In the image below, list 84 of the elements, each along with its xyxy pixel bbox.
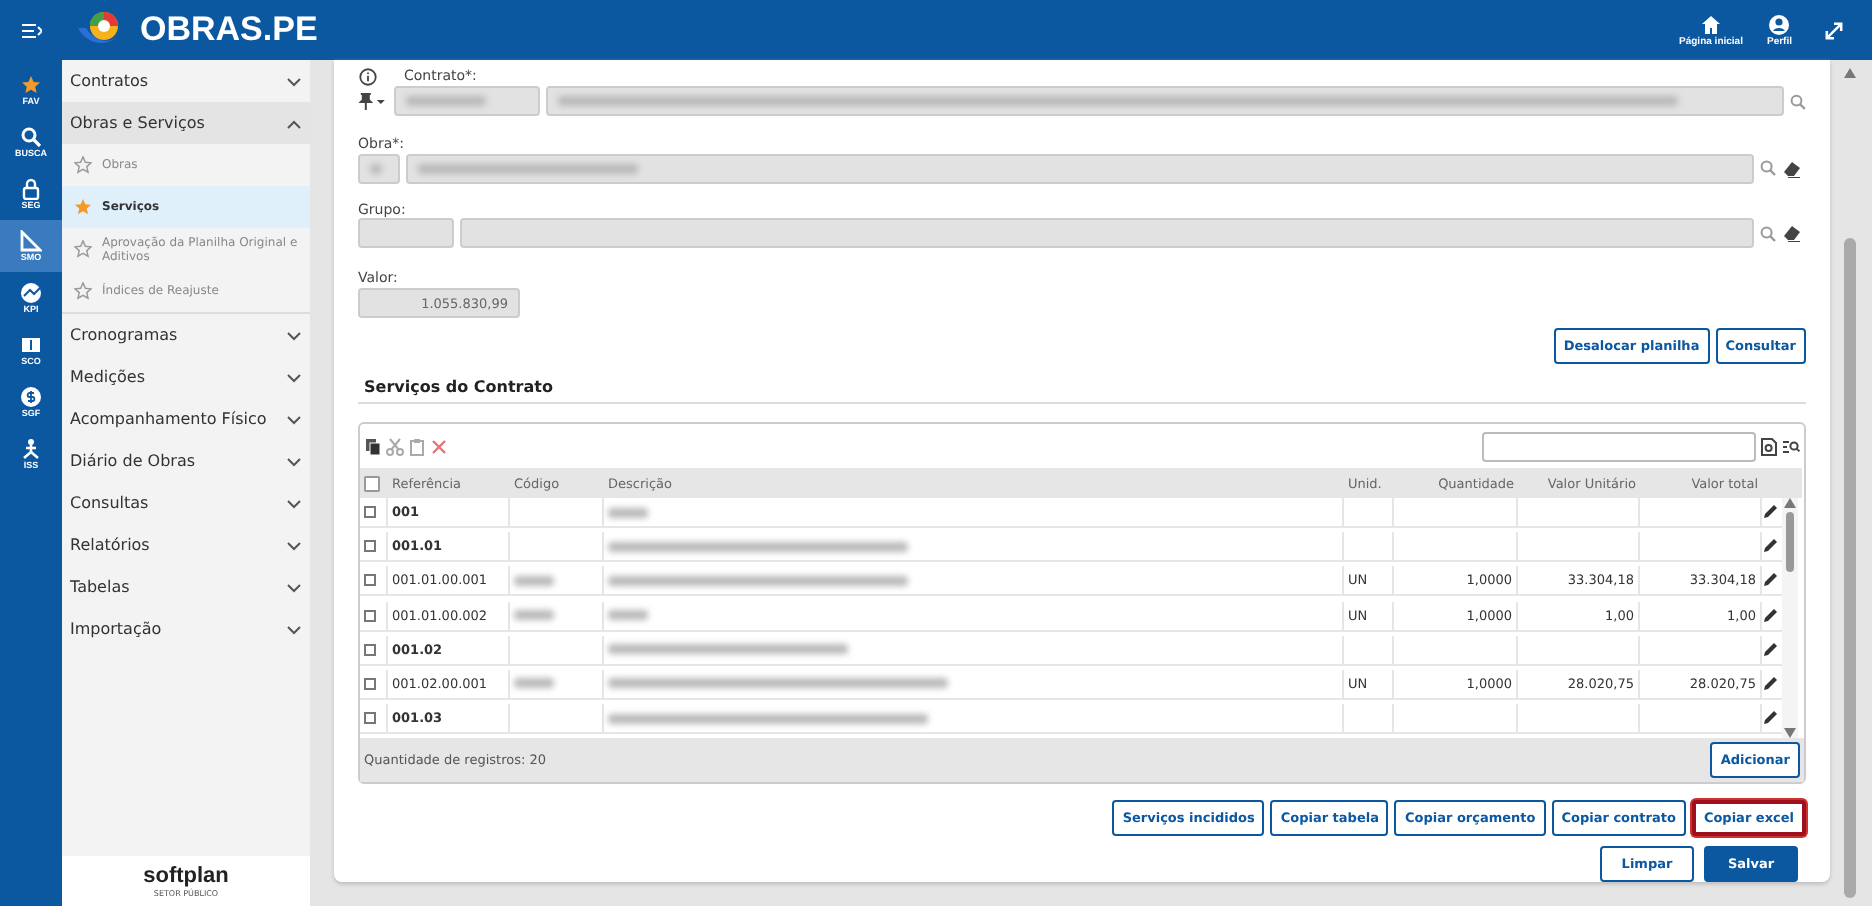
blurred-text <box>608 507 648 518</box>
brand-logo: softplan <box>143 865 229 887</box>
row-checkbox[interactable] <box>364 609 376 622</box>
sidebar-item[interactable]: Importação <box>62 608 310 650</box>
input-field[interactable] <box>358 153 400 184</box>
sidebar-item[interactable]: Contratos <box>62 60 310 102</box>
table-cell <box>1394 635 1518 666</box>
eraser-icon[interactable] <box>1782 224 1802 243</box>
sidebar-item[interactable]: Consultas <box>62 482 310 524</box>
menu-icon <box>21 21 41 39</box>
search-icon[interactable] <box>1760 225 1776 242</box>
banknote-icon <box>20 334 42 356</box>
blurred-text <box>370 163 382 174</box>
input-field[interactable] <box>358 218 454 249</box>
sidebar-item[interactable]: Medições <box>62 356 310 398</box>
select-all-checkbox[interactable] <box>364 475 380 492</box>
lock-icon <box>20 178 42 200</box>
scroll-up-arrow[interactable] <box>1784 498 1796 509</box>
sidebar-item[interactable]: Tabelas <box>62 566 310 608</box>
row-checkbox[interactable] <box>364 643 376 656</box>
pin-icon[interactable] <box>358 92 388 110</box>
row-checkbox[interactable] <box>364 712 376 724</box>
person-icon <box>20 438 42 460</box>
input-field[interactable] <box>393 86 541 116</box>
search-field[interactable] <box>1482 431 1756 462</box>
blurred-text <box>514 575 554 586</box>
blurred-text <box>514 678 554 689</box>
sidebar-item[interactable]: Diário de Obras <box>62 440 310 482</box>
sidebar-item[interactable]: Acompanhamento Físico <box>62 398 310 440</box>
info-icon <box>358 68 378 86</box>
search-icon <box>20 126 42 148</box>
chevron-icon <box>286 329 302 341</box>
row-checkbox[interactable] <box>364 540 376 553</box>
sidebar-item[interactable]: Cronogramas <box>62 314 310 356</box>
profile-icon <box>1768 13 1791 35</box>
scrollbar-thumb[interactable] <box>1844 238 1856 898</box>
star-icon <box>20 74 42 96</box>
chevron-icon <box>286 117 302 129</box>
table-cell <box>1518 532 1640 563</box>
scroll-down-arrow[interactable] <box>1784 728 1796 739</box>
blurred-text <box>514 610 554 621</box>
table-cell <box>1518 498 1640 529</box>
copy-icon[interactable] <box>364 437 382 456</box>
row-checkbox[interactable] <box>364 677 376 690</box>
table-cell <box>1518 704 1640 734</box>
pencil-icon[interactable] <box>1762 710 1778 726</box>
section-title: Serviços do Contrato <box>358 374 1806 405</box>
scrollbar-thumb[interactable] <box>1786 512 1794 573</box>
input-field[interactable] <box>546 86 1785 116</box>
search-icon[interactable] <box>1760 160 1776 177</box>
chevron-icon <box>286 413 302 425</box>
chevron-icon <box>286 581 302 593</box>
row-checkbox[interactable] <box>364 506 376 519</box>
table-cell <box>1394 532 1518 563</box>
chevron-icon <box>286 371 302 383</box>
chevron-icon <box>286 455 302 467</box>
ruler-icon <box>20 230 42 252</box>
filter-search-icon[interactable] <box>1782 437 1800 456</box>
table-cell <box>1394 704 1518 734</box>
input-field[interactable] <box>460 218 1754 249</box>
home-icon <box>1700 13 1722 35</box>
chevron-icon <box>286 539 302 551</box>
expand-icon <box>1824 21 1844 39</box>
search-icon[interactable] <box>1790 93 1806 109</box>
app-title: OBRAS.PE <box>140 10 320 50</box>
input-field[interactable] <box>406 153 1754 184</box>
chevron-icon <box>286 623 302 635</box>
blurred-text <box>608 610 648 621</box>
row-checkbox[interactable] <box>364 574 376 587</box>
eraser-icon[interactable] <box>1782 159 1802 178</box>
sidebar-item[interactable]: Obras e Serviços <box>62 102 310 144</box>
chevron-icon <box>286 75 302 87</box>
blurred-text <box>405 96 486 106</box>
table-cell <box>1394 498 1518 529</box>
close-icon[interactable] <box>430 437 448 456</box>
coin-icon <box>20 386 42 408</box>
scroll-up-arrow[interactable] <box>1844 68 1856 78</box>
clipboard-icon[interactable] <box>408 437 426 456</box>
document-search-icon[interactable] <box>1760 437 1778 456</box>
sidebar-item[interactable]: Relatórios <box>62 524 310 566</box>
header-cell <box>1782 468 1802 499</box>
chevron-icon <box>286 497 302 509</box>
gauge-icon <box>20 282 42 304</box>
table-cell <box>1518 635 1640 666</box>
